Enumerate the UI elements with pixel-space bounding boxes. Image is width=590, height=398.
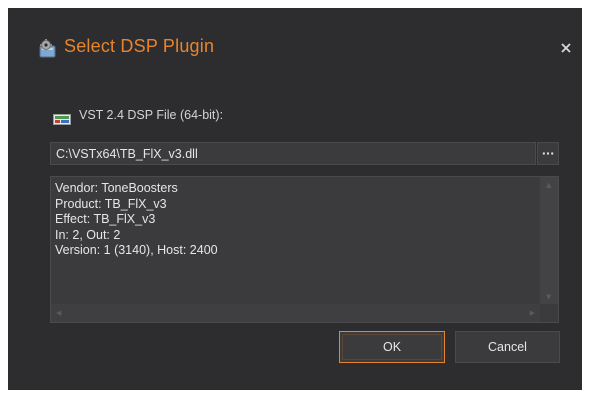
- info-line-io: In: 2, Out: 2: [55, 227, 121, 242]
- plugin-info-text: Vendor: ToneBoosters Product: TB_FlX_v3 …: [55, 181, 218, 259]
- gear-plugin-icon: [37, 38, 59, 60]
- select-dsp-plugin-dialog: Select DSP Plugin VST 2.4 DSP File (64-b…: [8, 8, 582, 390]
- ok-button[interactable]: OK: [339, 331, 445, 363]
- horizontal-scrollbar[interactable]: ◀ ▶: [51, 304, 540, 322]
- dialog-title: Select DSP Plugin: [64, 36, 215, 56]
- scrollbar-corner: [540, 304, 558, 322]
- plugin-info-textarea[interactable]: Vendor: ToneBoosters Product: TB_FlX_v3 …: [50, 176, 559, 323]
- vertical-scrollbar[interactable]: ▲ ▼: [540, 177, 558, 305]
- info-line-product: Product: TB_FlX_v3: [55, 196, 167, 211]
- scroll-up-icon[interactable]: ▲: [546, 181, 551, 189]
- close-icon[interactable]: [558, 40, 574, 56]
- scroll-left-icon[interactable]: ◀: [56, 309, 61, 317]
- file-label: VST 2.4 DSP File (64-bit):: [79, 108, 224, 122]
- info-line-effect: Effect: TB_FlX_v3: [55, 212, 156, 226]
- scroll-right-icon[interactable]: ▶: [530, 309, 535, 317]
- plugin-path-field[interactable]: C:\VSTx64\TB_FlX_v3.dll: [50, 142, 536, 165]
- vst-icon: [53, 110, 71, 125]
- file-label-row: VST 2.4 DSP File (64-bit):: [53, 106, 224, 125]
- cancel-button[interactable]: Cancel: [455, 331, 560, 363]
- info-line-version: Version: 1 (3140), Host: 2400: [55, 243, 218, 257]
- scroll-down-icon[interactable]: ▼: [546, 293, 551, 301]
- browse-button[interactable]: ···: [537, 142, 559, 165]
- info-line-vendor: Vendor: ToneBoosters: [55, 181, 178, 195]
